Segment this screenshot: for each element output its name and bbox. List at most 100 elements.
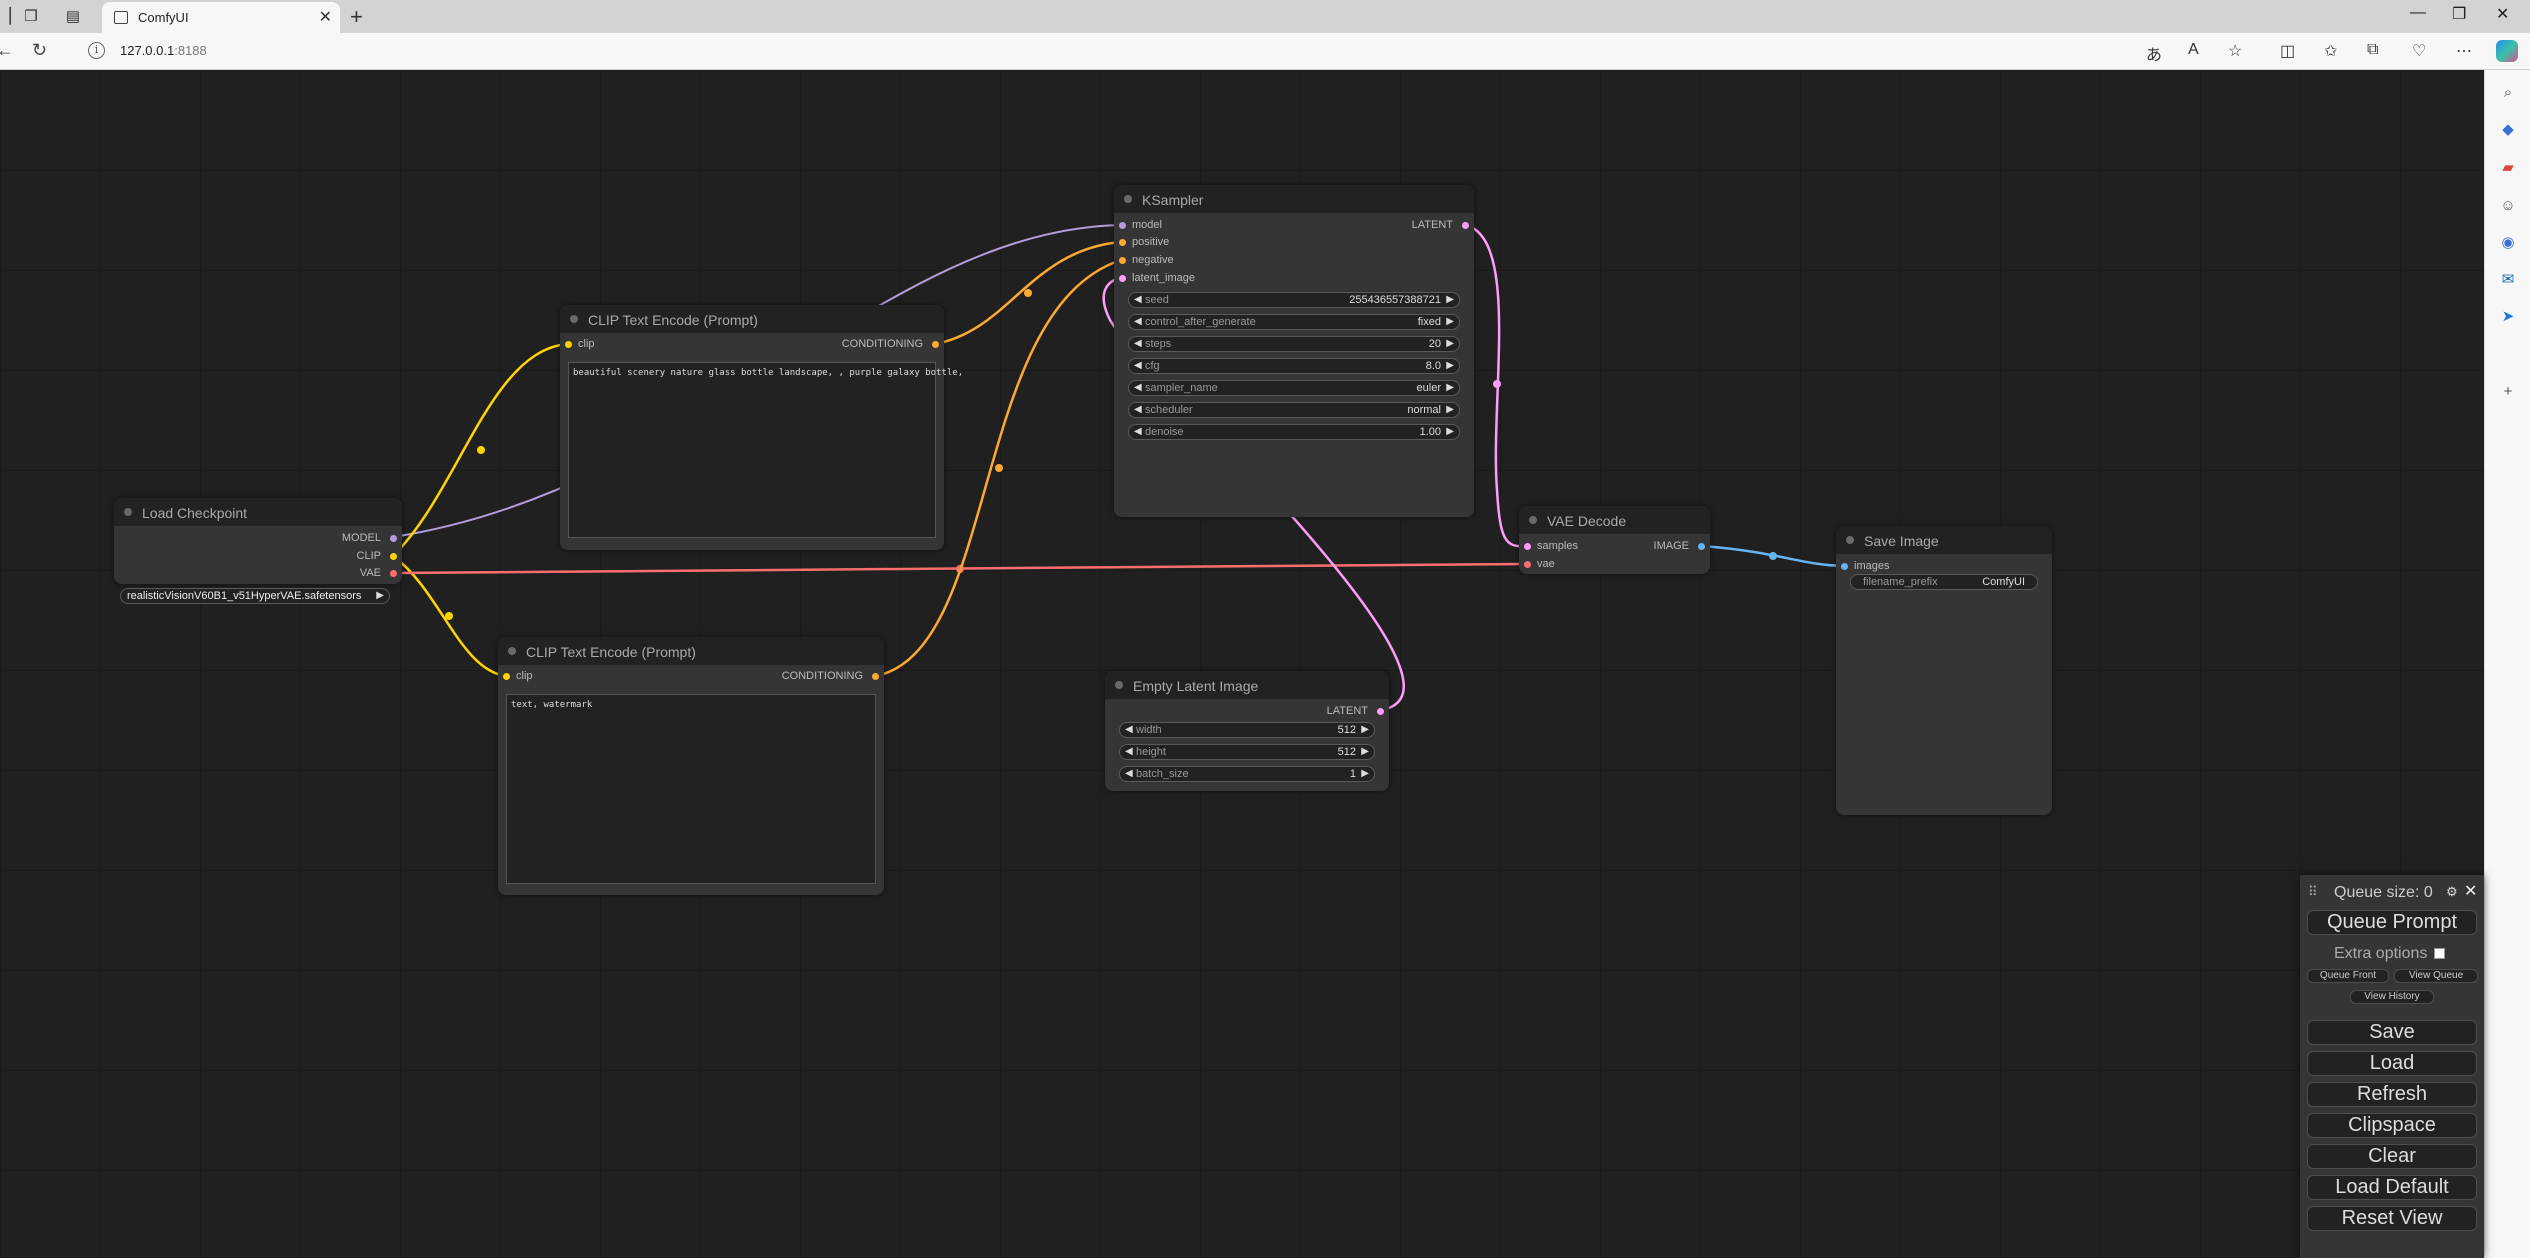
split-screen-icon[interactable]: ◫ bbox=[2280, 41, 2295, 61]
copilot-icon[interactable] bbox=[2496, 40, 2518, 62]
load-default-button[interactable]: Load Default bbox=[2307, 1175, 2477, 1200]
restore-icon[interactable]: ❐ bbox=[2452, 4, 2466, 24]
input-pin-clip[interactable] bbox=[503, 673, 510, 680]
shopping-tag-icon[interactable]: ◆ bbox=[2498, 120, 2518, 140]
input-pin-positive[interactable] bbox=[1119, 239, 1126, 246]
new-tab-icon[interactable]: + bbox=[350, 4, 363, 30]
empty-latent-image-node[interactable]: Empty Latent Image LATENT ◀ width 512 ▶ … bbox=[1105, 671, 1389, 791]
save-image-node[interactable]: Save Image images filename_prefix ComfyU… bbox=[1836, 526, 2052, 815]
drag-handle-icon[interactable]: ⠿ bbox=[2308, 884, 2318, 900]
read-aloud-icon[interactable]: A bbox=[2188, 41, 2199, 59]
node-title-bar[interactable]: Empty Latent Image bbox=[1105, 671, 1389, 699]
widget-seed[interactable]: ◀ seed 255436557388721 ▶ bbox=[1128, 292, 1460, 308]
collapse-dot-icon[interactable] bbox=[1124, 195, 1132, 203]
input-pin-images[interactable] bbox=[1841, 563, 1848, 570]
output-pin-image[interactable] bbox=[1698, 543, 1705, 550]
widget-filename-prefix[interactable]: filename_prefix ComfyUI bbox=[1850, 574, 2038, 590]
clip-text-encode-positive-node[interactable]: CLIP Text Encode (Prompt) clip CONDITION… bbox=[560, 305, 963, 550]
favorite-star-icon[interactable]: ☆ bbox=[2228, 41, 2242, 61]
output-pin-clip[interactable] bbox=[390, 553, 397, 560]
extra-options-checkbox[interactable] bbox=[2434, 948, 2445, 959]
decrement-arrow-icon[interactable]: ◀ bbox=[1125, 724, 1133, 735]
input-pin-samples[interactable] bbox=[1524, 543, 1531, 550]
collapse-dot-icon[interactable] bbox=[508, 647, 516, 655]
reload-icon[interactable]: ↻ bbox=[32, 40, 47, 61]
reset-view-button[interactable]: Reset View bbox=[2307, 1206, 2477, 1231]
queue-prompt-button[interactable]: Queue Prompt bbox=[2307, 910, 2477, 935]
node-title-bar[interactable]: CLIP Text Encode (Prompt) bbox=[498, 637, 884, 665]
node-title-bar[interactable]: CLIP Text Encode (Prompt) bbox=[560, 305, 944, 333]
url-field[interactable]: i 127.0.0.1:8188 bbox=[88, 38, 2128, 65]
vertical-tabs-icon[interactable]: ▤ bbox=[62, 6, 84, 28]
output-pin-model[interactable] bbox=[390, 535, 397, 542]
collapse-dot-icon[interactable] bbox=[124, 508, 132, 516]
close-icon[interactable]: ✕ bbox=[2464, 881, 2477, 901]
decrement-arrow-icon[interactable]: ◀ bbox=[1125, 746, 1133, 757]
search-icon[interactable]: ⌕ bbox=[2498, 83, 2518, 103]
view-history-button[interactable]: View History bbox=[2350, 990, 2434, 1004]
widget-height[interactable]: ◀ height 512 ▶ bbox=[1119, 744, 1375, 760]
node-title-bar[interactable]: Load Checkpoint bbox=[114, 498, 402, 526]
translate-icon[interactable]: あ bbox=[2146, 41, 2162, 65]
input-pin-vae[interactable] bbox=[1524, 561, 1531, 568]
extensions-icon[interactable]: ♡ bbox=[2412, 41, 2426, 61]
output-pin-vae[interactable] bbox=[390, 570, 397, 577]
input-pin-clip[interactable] bbox=[565, 341, 572, 348]
widget-ckpt-name[interactable]: realisticVisionV60B1_v51HyperVAE.safeten… bbox=[120, 588, 390, 604]
clear-button[interactable]: Clear bbox=[2307, 1144, 2477, 1169]
favorites-icon[interactable]: ✩ bbox=[2324, 41, 2337, 61]
collections-icon[interactable]: ⧉ bbox=[2367, 41, 2378, 59]
collapse-dot-icon[interactable] bbox=[570, 315, 578, 323]
widget-scheduler[interactable]: ◀ scheduler normal ▶ bbox=[1128, 402, 1460, 418]
increment-arrow-icon[interactable]: ▶ bbox=[1446, 404, 1454, 415]
increment-arrow-icon[interactable]: ▶ bbox=[1446, 294, 1454, 305]
decrement-arrow-icon[interactable]: ◀ bbox=[1134, 338, 1142, 349]
node-title-bar[interactable]: VAE Decode bbox=[1519, 506, 1710, 534]
add-sidebar-app-icon[interactable]: + bbox=[2498, 382, 2518, 402]
clip-text-encode-negative-node[interactable]: CLIP Text Encode (Prompt) clip CONDITION… bbox=[498, 637, 884, 895]
load-button[interactable]: Load bbox=[2307, 1051, 2477, 1076]
collapse-dot-icon[interactable] bbox=[1115, 681, 1123, 689]
increment-arrow-icon[interactable]: ▶ bbox=[1446, 316, 1454, 327]
tab-comfyui[interactable]: ComfyUI ✕ bbox=[102, 2, 340, 33]
increment-arrow-icon[interactable]: ▶ bbox=[1361, 724, 1369, 735]
vae-decode-node[interactable]: VAE Decode samples vae IMAGE bbox=[1519, 506, 1710, 574]
more-menu-icon[interactable]: ⋯ bbox=[2456, 41, 2472, 61]
decrement-arrow-icon[interactable]: ◀ bbox=[1134, 316, 1142, 327]
back-icon[interactable]: ← bbox=[0, 40, 14, 61]
sidebar-toggle-icon[interactable]: ▕ bbox=[0, 6, 16, 28]
people-icon[interactable]: ☺ bbox=[2498, 196, 2518, 216]
clipspace-button[interactable]: Clipspace bbox=[2307, 1113, 2477, 1138]
tools-icon[interactable]: ▰ bbox=[2498, 158, 2518, 178]
widget-width[interactable]: ◀ width 512 ▶ bbox=[1119, 722, 1375, 738]
node-title-bar[interactable]: KSampler bbox=[1114, 185, 1474, 213]
node-graph-canvas[interactable]: KSampler model positive negative latent_… bbox=[0, 70, 2484, 1258]
output-pin-conditioning[interactable] bbox=[932, 341, 939, 348]
increment-arrow-icon[interactable]: ▶ bbox=[376, 590, 384, 601]
increment-arrow-icon[interactable]: ▶ bbox=[1446, 360, 1454, 371]
decrement-arrow-icon[interactable]: ◀ bbox=[1125, 768, 1133, 779]
decrement-arrow-icon[interactable]: ◀ bbox=[1134, 382, 1142, 393]
load-checkpoint-node[interactable]: Load Checkpoint MODEL CLIP VAE realistic… bbox=[114, 498, 402, 604]
collapse-dot-icon[interactable] bbox=[1529, 516, 1537, 524]
queue-front-button[interactable]: Queue Front bbox=[2307, 969, 2389, 983]
site-info-icon[interactable]: i bbox=[88, 42, 105, 59]
output-pin-latent[interactable] bbox=[1462, 222, 1469, 229]
decrement-arrow-icon[interactable]: ◀ bbox=[1134, 294, 1142, 305]
decrement-arrow-icon[interactable]: ◀ bbox=[1134, 404, 1142, 415]
office-icon[interactable]: ◉ bbox=[2498, 233, 2518, 253]
input-pin-model[interactable] bbox=[1119, 222, 1126, 229]
gear-icon[interactable]: ⚙ bbox=[2446, 884, 2458, 900]
input-pin-latent-image[interactable] bbox=[1119, 275, 1126, 282]
increment-arrow-icon[interactable]: ▶ bbox=[1446, 382, 1454, 393]
prompt-textarea[interactable]: text, watermark bbox=[506, 694, 876, 884]
outlook-icon[interactable]: ✉ bbox=[2498, 270, 2518, 290]
collapse-dot-icon[interactable] bbox=[1846, 536, 1854, 544]
increment-arrow-icon[interactable]: ▶ bbox=[1361, 768, 1369, 779]
node-title-bar[interactable]: Save Image bbox=[1836, 526, 2052, 554]
minimize-icon[interactable]: — bbox=[2410, 4, 2426, 22]
widget-denoise[interactable]: ◀ denoise 1.00 ▶ bbox=[1128, 424, 1460, 440]
output-pin-conditioning[interactable] bbox=[872, 673, 879, 680]
widget-cfg[interactable]: ◀ cfg 8.0 ▶ bbox=[1128, 358, 1460, 374]
send-icon[interactable]: ➤ bbox=[2498, 307, 2518, 327]
